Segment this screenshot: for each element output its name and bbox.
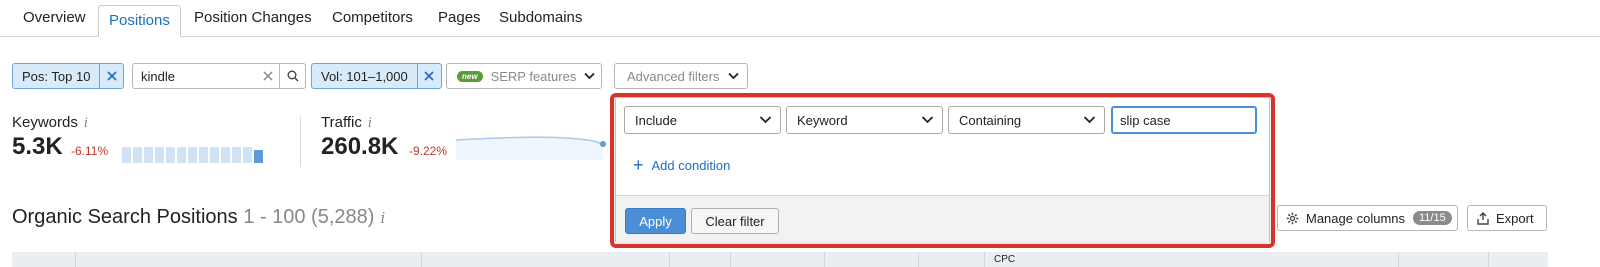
report-tabs: Overview Positions Position Changes Comp…	[0, 0, 1600, 37]
close-icon	[107, 71, 117, 81]
distribution-bar	[221, 147, 230, 163]
distribution-bar	[210, 147, 219, 163]
column-divider	[75, 252, 76, 267]
column-divider	[918, 252, 919, 267]
export-button[interactable]: Export	[1467, 205, 1547, 231]
distribution-bar	[177, 147, 186, 163]
distribution-bar	[254, 150, 263, 163]
volume-filter-label: Vol: 101–1,000	[321, 68, 408, 84]
distribution-bar	[122, 147, 131, 163]
serp-features-label: SERP features	[490, 68, 577, 84]
tab-position-changes[interactable]: Position Changes	[194, 9, 312, 26]
column-divider	[1488, 252, 1489, 267]
tab-competitors[interactable]: Competitors	[332, 9, 413, 26]
tab-pages[interactable]: Pages	[438, 9, 481, 26]
export-icon	[1477, 211, 1489, 225]
keywords-stat-label: Keywords i	[12, 114, 88, 131]
close-icon	[424, 71, 434, 81]
clear-search-button[interactable]	[257, 71, 279, 81]
position-filter-chip[interactable]: Pos: Top 10	[12, 63, 125, 89]
positions-table-header: CPC	[12, 252, 1548, 267]
column-divider	[669, 252, 670, 267]
traffic-sparkline	[456, 136, 606, 160]
export-label: Export	[1496, 210, 1534, 226]
distribution-bar	[166, 147, 175, 163]
distribution-bar	[199, 147, 208, 163]
page-title: Organic Search Positions	[12, 206, 238, 228]
column-divider	[1398, 252, 1399, 267]
new-badge: new	[457, 70, 483, 82]
results-count: 1 - 100 (5,288)	[243, 206, 375, 228]
chevron-down-icon	[584, 72, 595, 80]
traffic-delta: -9.22%	[409, 144, 448, 158]
position-filter-label: Pos: Top 10	[22, 68, 91, 84]
distribution-bar	[243, 147, 252, 163]
keyword-search-field[interactable]: kindle	[132, 63, 306, 89]
column-header-cpc[interactable]: CPC	[994, 254, 1015, 265]
info-icon[interactable]: i	[368, 116, 372, 131]
close-icon	[263, 71, 273, 81]
traffic-value: 260.8K	[321, 133, 399, 160]
column-divider	[984, 252, 985, 267]
distribution-bar	[155, 147, 164, 163]
keyword-search-input[interactable]: kindle	[133, 69, 257, 84]
info-icon[interactable]: i	[380, 209, 385, 227]
info-icon[interactable]: i	[84, 116, 88, 131]
chevron-down-icon	[727, 72, 739, 80]
advanced-filters-label: Advanced filters	[627, 68, 720, 84]
volume-filter-chip[interactable]: Vol: 101–1,000	[311, 63, 442, 89]
search-icon	[287, 70, 299, 82]
search-button[interactable]	[279, 64, 305, 88]
tab-overview[interactable]: Overview	[23, 9, 86, 26]
distribution-bar	[232, 147, 241, 163]
traffic-label-text: Traffic	[321, 114, 362, 131]
tab-positions[interactable]: Positions	[98, 5, 181, 37]
distribution-bar	[133, 147, 142, 163]
columns-count-badge: 11/15	[1413, 211, 1452, 225]
remove-volume-filter-button[interactable]	[416, 64, 441, 88]
traffic-stat-label: Traffic i	[321, 114, 372, 131]
keywords-delta: -6.11%	[71, 144, 109, 158]
keywords-label-text: Keywords	[12, 114, 78, 131]
gear-icon	[1286, 212, 1299, 224]
tab-subdomains[interactable]: Subdomains	[499, 9, 582, 26]
column-divider	[824, 252, 825, 267]
keywords-value: 5.3K	[12, 133, 63, 160]
sparkline-point	[600, 141, 606, 147]
remove-position-filter-button[interactable]	[99, 64, 123, 88]
organic-positions-heading: Organic Search Positions 1 - 100 (5,288)…	[12, 206, 385, 229]
manage-columns-button[interactable]: Manage columns 11/15	[1277, 205, 1458, 231]
manage-columns-label: Manage columns	[1306, 210, 1405, 226]
keywords-distribution-bars	[122, 147, 263, 163]
advanced-filters-dropdown[interactable]: Advanced filters	[614, 63, 748, 89]
distribution-bar	[188, 147, 197, 163]
serp-features-dropdown[interactable]: new SERP features	[446, 63, 602, 89]
highlight-outline	[610, 93, 1275, 248]
column-divider	[421, 252, 422, 267]
distribution-bar	[144, 147, 153, 163]
stats-divider	[300, 117, 301, 167]
column-divider	[730, 252, 731, 267]
